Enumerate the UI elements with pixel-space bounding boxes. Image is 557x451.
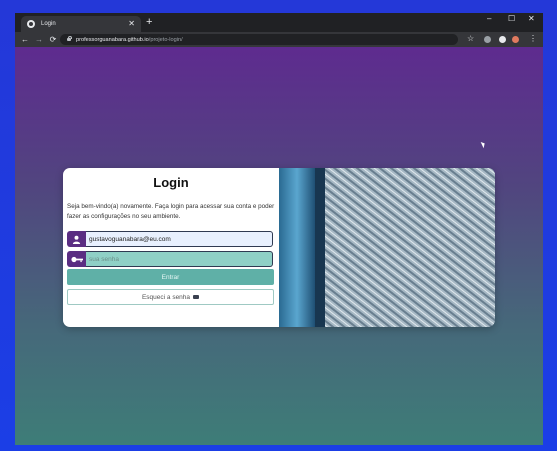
email-field <box>67 231 273 247</box>
maximize-button[interactable]: ☐ <box>508 15 515 23</box>
profile-avatar[interactable] <box>512 36 519 43</box>
extension-icon[interactable] <box>484 36 491 43</box>
url-text: professorguanabara.github.io/projeto-log… <box>76 37 183 43</box>
submit-button[interactable]: Entrar <box>67 269 274 285</box>
address-bar[interactable]: professorguanabara.github.io/projeto-log… <box>60 34 458 45</box>
minimize-button[interactable]: – <box>487 15 491 23</box>
back-icon[interactable]: ← <box>21 35 29 44</box>
key-icon <box>67 251 86 267</box>
mail-icon <box>193 295 200 299</box>
page-title: Login <box>153 175 189 190</box>
forgot-password-button[interactable]: Esqueci a senha <box>67 289 274 305</box>
browser-toolbar: ← → ⟳ professorguanabara.github.io/proje… <box>15 32 543 47</box>
user-icon <box>67 231 86 247</box>
lock-icon <box>67 35 72 41</box>
bookmark-star-icon[interactable]: ☆ <box>467 35 474 43</box>
building-image <box>279 168 495 327</box>
tab-login[interactable]: Login ✕ <box>21 16 141 32</box>
puzzle-icon[interactable] <box>499 36 506 43</box>
browser-window: Login ✕ + – ☐ ✕ ← → ⟳ professorguanabara… <box>15 13 543 445</box>
tab-title: Login <box>41 21 56 27</box>
desktop-background: Login ✕ + – ☐ ✕ ← → ⟳ professorguanabara… <box>0 0 557 451</box>
building-illustration <box>279 168 495 327</box>
password-field <box>67 251 273 267</box>
url-host: professorguanabara.github.io <box>76 36 149 43</box>
login-form: Login Seja bem-vindo(a) novamente. Faça … <box>63 168 279 327</box>
globe-icon <box>27 20 35 28</box>
forgot-password-label: Esqueci a senha <box>141 293 191 301</box>
login-card: Login Seja bem-vindo(a) novamente. Faça … <box>63 168 495 327</box>
close-window-button[interactable]: ✕ <box>528 15 535 23</box>
welcome-text: Seja bem-vindo(a) novamente. Faça login … <box>67 203 275 220</box>
tab-strip: Login ✕ + – ☐ ✕ <box>15 13 543 32</box>
tab-close-icon[interactable]: ✕ <box>128 20 135 28</box>
reload-icon[interactable]: ⟳ <box>49 35 57 44</box>
mouse-cursor <box>480 140 487 149</box>
menu-icon[interactable]: ⋮ <box>529 35 537 43</box>
email-input[interactable] <box>86 231 273 247</box>
password-input[interactable] <box>86 251 273 267</box>
page-viewport: Login Seja bem-vindo(a) novamente. Faça … <box>15 47 543 445</box>
forward-icon[interactable]: → <box>35 35 43 44</box>
new-tab-button[interactable]: + <box>146 17 152 28</box>
url-path: /projeto-login/ <box>148 36 183 43</box>
